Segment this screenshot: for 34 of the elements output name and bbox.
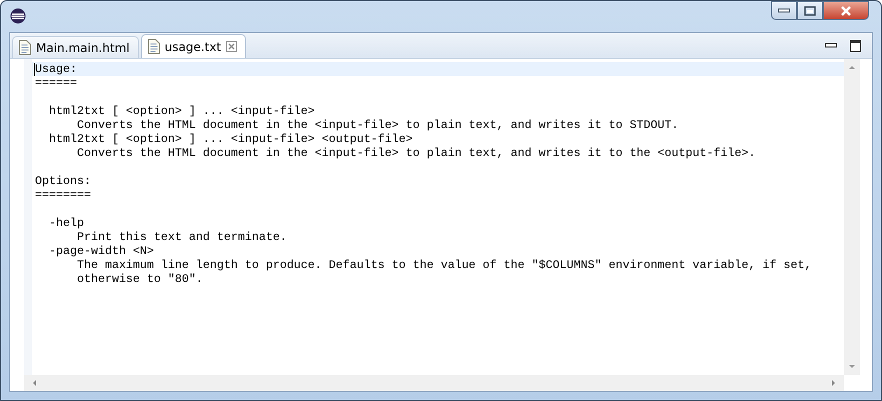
text-line: The maximum line length to produce. Defaults to the value of the "$COLUMNS" environment variable, if set, <box>76 258 812 272</box>
maximize-button[interactable] <box>797 1 823 20</box>
maximize-view-button[interactable] <box>848 38 862 52</box>
close-button[interactable] <box>823 1 869 20</box>
text-line: html2txt [ <option> ] ... <input-file> <box>48 104 316 118</box>
text-line: ======== <box>34 188 92 202</box>
text-line: Converts the HTML document in the <input-file> to plain text, and writes it to the <output-file>. <box>76 146 756 160</box>
vertical-scrollbar[interactable] <box>844 59 860 375</box>
close-icon <box>840 6 852 16</box>
horizontal-scrollbar[interactable] <box>24 375 844 391</box>
text-line: html2txt [ <option> ] ... <input-file> <output-file> <box>48 132 414 146</box>
text-editor[interactable] <box>24 59 844 375</box>
text-line: Converts the HTML document in the <input-file> to plain text, and writes it to STDOUT. <box>76 118 680 132</box>
editor-tab[interactable]: Main.main.html <box>12 36 139 58</box>
minimize-button[interactable] <box>771 1 797 20</box>
minimize-icon <box>825 43 837 48</box>
text-cursor <box>34 63 35 76</box>
text-line: -help <box>48 216 85 230</box>
text-line: -page-width <N> <box>48 244 155 258</box>
text-line: otherwise to "80". <box>76 272 204 286</box>
app-icon <box>10 8 26 24</box>
minimize-icon <box>778 8 790 13</box>
text-line: Print this text and terminate. <box>76 230 288 244</box>
file-icon <box>19 40 31 55</box>
maximize-icon <box>850 40 860 52</box>
text-line: ====== <box>34 76 78 90</box>
scroll-right-icon[interactable] <box>830 379 838 387</box>
text-line: Options: <box>34 174 92 188</box>
editor-tab[interactable]: usage.txt <box>140 34 246 58</box>
scroll-up-icon[interactable] <box>848 63 856 71</box>
scroll-down-icon[interactable] <box>848 363 856 371</box>
close-icon[interactable] <box>226 41 238 52</box>
maximize-icon <box>804 6 816 16</box>
file-icon <box>148 39 160 54</box>
